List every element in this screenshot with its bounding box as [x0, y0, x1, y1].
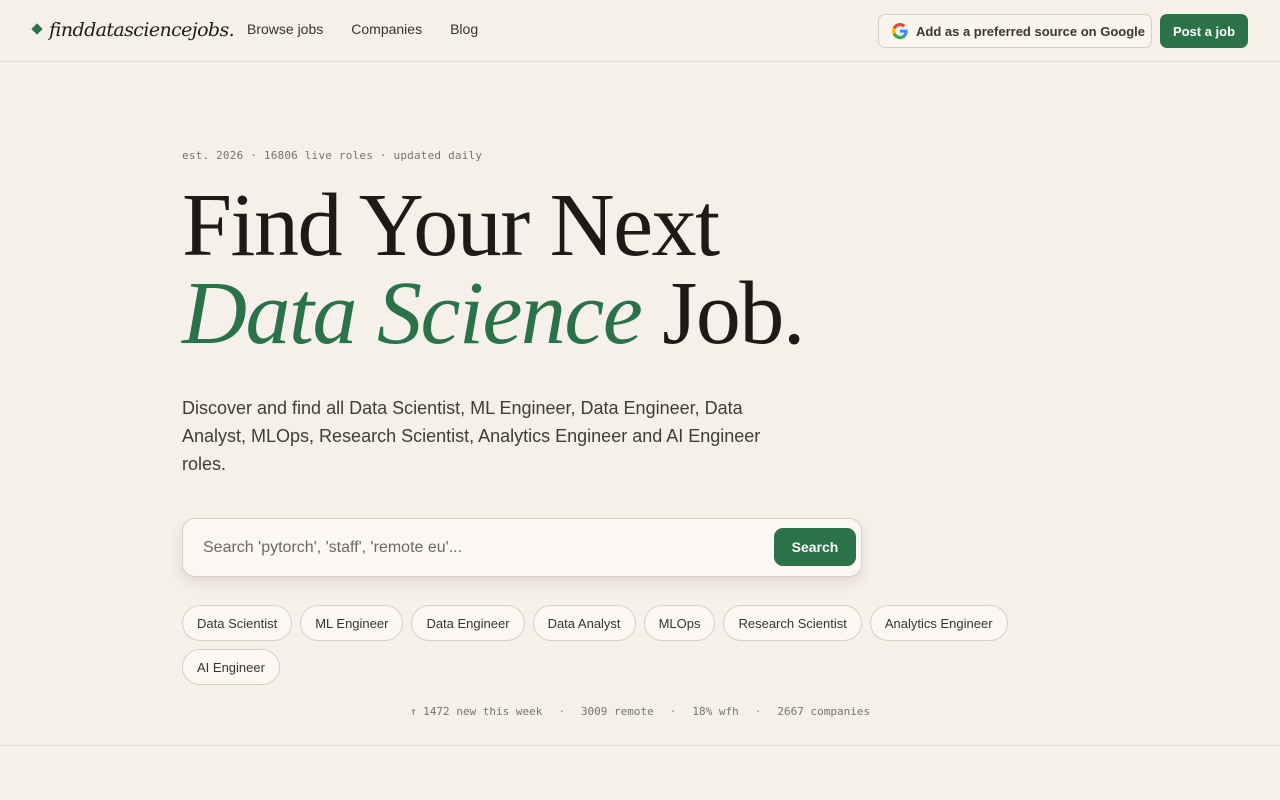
stat-remote: 3009 remote [580, 705, 654, 718]
google-preferred-source-button[interactable]: Add as a preferred source on Google [878, 14, 1152, 48]
chip-data-analyst[interactable]: Data Analyst [532, 605, 636, 641]
diamond-icon [31, 23, 43, 35]
hero-title: Find Your Next Data Science Job. [182, 176, 805, 359]
chip-analytics-engineer[interactable]: Analytics Engineer [869, 605, 1008, 641]
hero-title-line1: Find Your Next [182, 176, 720, 275]
stat-separator: · [558, 705, 565, 718]
chip-data-engineer[interactable]: Data Engineer [411, 605, 525, 641]
section-divider [0, 745, 1280, 746]
logo-text: finddatasciencejobs. [49, 19, 235, 41]
nav-blog[interactable]: Blog [450, 21, 478, 37]
stat-separator: · [669, 705, 677, 718]
stats-row: ↑ 1472 new this week · 3009 remote · 18%… [0, 705, 1280, 718]
chip-research-scientist[interactable]: Research Scientist [723, 605, 862, 641]
hero-meta: est. 2026 · 16806 live roles · updated d… [182, 149, 483, 162]
hero-description: Discover and find all Data Scientist, ML… [182, 398, 761, 474]
hero-title-end: Job. [641, 264, 805, 363]
site-logo[interactable]: finddatasciencejobs. [31, 17, 235, 43]
google-source-label: Add as a preferred source on Google [916, 23, 1145, 39]
chip-mlops[interactable]: MLOps [643, 605, 716, 641]
search-input[interactable] [203, 519, 763, 576]
nav-browse-jobs[interactable]: Browse jobs [247, 21, 323, 37]
stat-separator: · [754, 705, 762, 718]
hero-title-accent: Data Science [182, 264, 643, 363]
hero-title-line2: Data Science Job. [182, 269, 805, 359]
stat-new-this-week: ↑ 1472 new this week [409, 705, 543, 718]
chip-ai-engineer[interactable]: AI Engineer [182, 649, 280, 685]
stat-companies: 2667 companies [777, 705, 871, 718]
search-button[interactable]: Search [774, 528, 856, 566]
google-icon [892, 23, 908, 39]
post-job-button[interactable]: Post a job [1160, 14, 1248, 48]
stat-wfh: 18% wfh [692, 705, 739, 718]
chip-ml-engineer[interactable]: ML Engineer [300, 605, 404, 641]
role-chips: Data Scientist ML Engineer Data Engineer… [182, 605, 1042, 685]
search-bar: Search [182, 518, 862, 577]
main-nav: Browse jobs Companies Blog [247, 21, 478, 37]
chip-data-scientist[interactable]: Data Scientist [182, 605, 293, 641]
site-header: finddatasciencejobs. Browse jobs Compani… [0, 0, 1280, 62]
nav-companies[interactable]: Companies [351, 21, 422, 37]
